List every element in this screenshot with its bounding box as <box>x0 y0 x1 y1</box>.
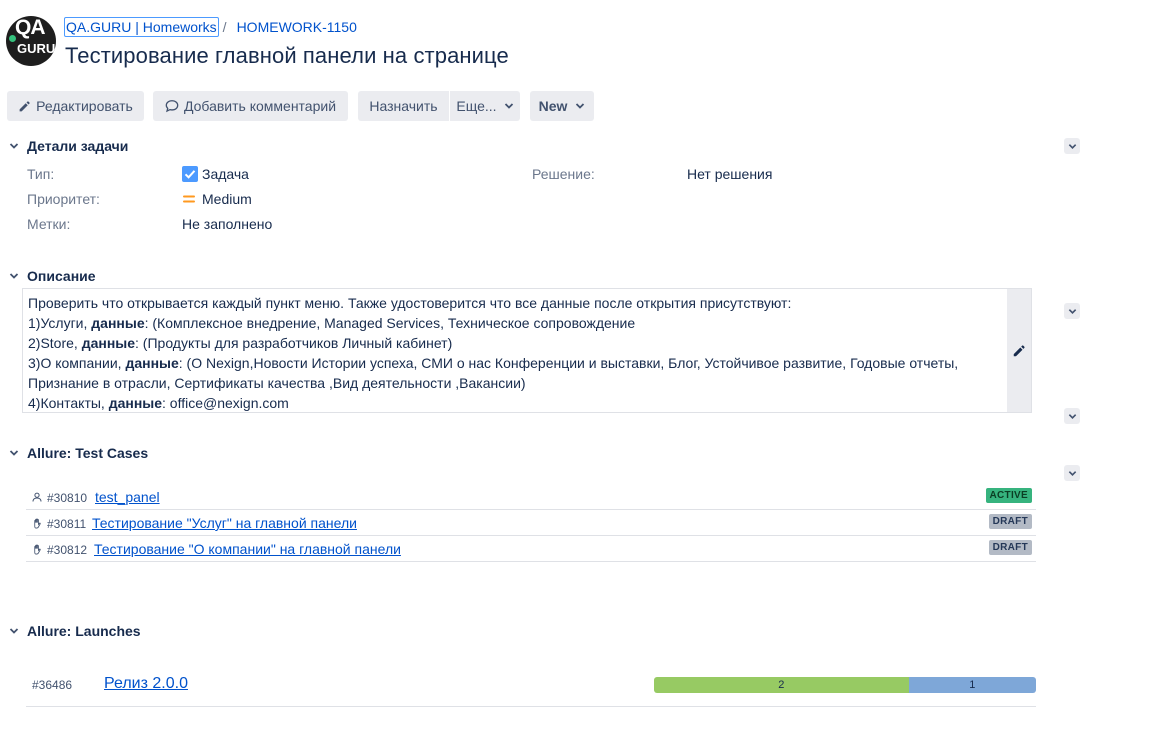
description-section-title[interactable]: Описание <box>27 268 96 284</box>
status-badge: DRAFT <box>988 514 1032 529</box>
launches-section-title[interactable]: Allure: Launches <box>27 623 141 639</box>
test-case-row: #30811 Тестирование "Услуг" на главной п… <box>26 510 1036 536</box>
labels-value: Не заполнено <box>182 216 273 232</box>
test-case-id: #30810 <box>47 491 88 505</box>
section-toggle-chevron-icon[interactable] <box>9 448 19 458</box>
resolution-label: Решение: <box>532 166 595 182</box>
breadcrumb-project-link[interactable]: QA.GURU | Homeworks <box>64 17 219 37</box>
manual-hand-icon <box>34 544 41 555</box>
test-cases-section-title[interactable]: Allure: Test Cases <box>27 445 148 461</box>
assign-button[interactable]: Назначить <box>358 91 449 121</box>
test-case-row: #30810 test_panel ACTIVE <box>26 484 1036 510</box>
test-case-link[interactable]: test_panel <box>95 489 160 505</box>
status-badge: ACTIVE <box>985 488 1032 503</box>
edit-button-label: Редактировать <box>36 98 133 114</box>
section-toggle-chevron-icon[interactable] <box>9 271 19 281</box>
priority-medium-icon <box>183 195 195 203</box>
add-comment-button[interactable]: Добавить комментарий <box>153 91 348 121</box>
type-value-text: Задача <box>202 166 249 182</box>
project-avatar[interactable]: QA GURU <box>6 16 56 66</box>
labels-label: Метки: <box>27 216 71 232</box>
page-title: Тестирование главной панели на странице <box>65 43 509 68</box>
task-type-icon <box>182 166 198 182</box>
description-line: Признание в отрасли, Сертификаты качеств… <box>28 375 526 391</box>
chevron-down-icon <box>576 103 585 109</box>
section-toggle-chevron-icon[interactable] <box>9 626 19 636</box>
priority-value: Medium <box>182 191 252 207</box>
section-toggle-chevron-icon[interactable] <box>9 141 19 151</box>
status-label: New <box>538 98 568 114</box>
collapse-chevron-icon[interactable] <box>1064 138 1080 154</box>
add-comment-label: Добавить комментарий <box>183 98 337 114</box>
launch-id: #36486 <box>32 678 73 692</box>
test-case-link[interactable]: Тестирование "О компании" на главной пан… <box>94 541 401 557</box>
collapse-chevron-icon[interactable] <box>1064 408 1080 424</box>
comment-icon <box>165 100 179 113</box>
test-case-link[interactable]: Тестирование "Услуг" на главной панели <box>92 515 357 531</box>
more-actions-button[interactable]: Еще... <box>450 91 520 121</box>
manual-hand-icon <box>34 518 41 529</box>
launch-result-bar[interactable]: 2 1 <box>654 677 1036 693</box>
type-value: Задача <box>182 166 249 182</box>
description-line: 3)О компании, данные: (О Nexign,Новости … <box>28 355 959 371</box>
breadcrumb-issue-link[interactable]: HOMEWORK-1150 <box>237 19 357 35</box>
description-line: Проверить что открывается каждый пункт м… <box>28 295 792 311</box>
resolution-value: Нет решения <box>687 166 773 182</box>
collapse-chevron-icon[interactable] <box>1064 303 1080 319</box>
breadcrumb: QA.GURU | Homeworks / HOMEWORK-1150 <box>64 17 357 37</box>
priority-label: Приоритет: <box>27 191 100 207</box>
automated-user-icon <box>32 492 42 502</box>
edit-button[interactable]: Редактировать <box>7 91 144 121</box>
pencil-icon <box>1013 344 1025 356</box>
test-case-id: #30812 <box>47 543 88 557</box>
logo-dot <box>9 35 16 42</box>
description-line: 2)Store, данные: (Продукты для разработч… <box>28 335 453 351</box>
description-text: Проверить что открывается каждый пункт м… <box>28 293 1003 413</box>
logo-text-top: QA <box>15 16 45 39</box>
status-badge: DRAFT <box>988 540 1032 555</box>
description-line: 4)Контакты, данные: office@nexign.com <box>28 395 289 411</box>
status-button[interactable]: New <box>530 91 594 121</box>
unknown-segment: 1 <box>908 677 1036 693</box>
type-label: Тип: <box>27 166 55 182</box>
launch-row: #36486 Релиз 2.0.0 2 1 <box>26 668 1036 707</box>
description-line: 1)Услуги, данные: (Комплексное внедрение… <box>28 315 636 331</box>
chevron-down-icon <box>504 103 513 109</box>
description-field[interactable]: Проверить что открывается каждый пункт м… <box>22 288 1032 413</box>
assign-label: Назначить <box>369 98 438 114</box>
breadcrumb-separator: / <box>222 19 227 35</box>
collapse-chevron-icon[interactable] <box>1064 465 1080 481</box>
passed-segment: 2 <box>654 677 909 693</box>
description-edit-button[interactable] <box>1007 289 1031 412</box>
test-case-id: #30811 <box>47 517 87 531</box>
priority-value-text: Medium <box>202 191 252 207</box>
launch-link[interactable]: Релиз 2.0.0 <box>104 675 188 693</box>
logo-text-bottom: GURU <box>17 41 56 56</box>
more-label: Еще... <box>456 98 497 114</box>
test-case-row: #30812 Тестирование "О компании" на глав… <box>26 536 1036 562</box>
details-section-title[interactable]: Детали задачи <box>27 138 128 154</box>
pencil-icon <box>19 100 30 111</box>
